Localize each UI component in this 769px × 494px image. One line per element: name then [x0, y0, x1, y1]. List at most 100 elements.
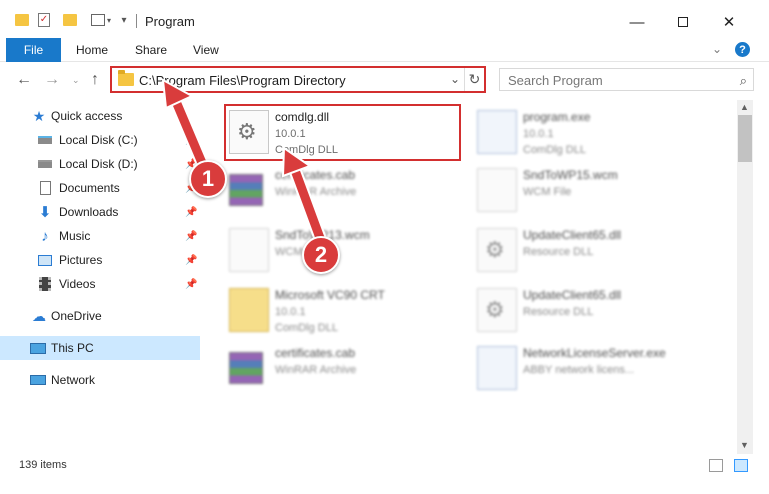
- view-menu-icon[interactable]: ▾: [90, 12, 112, 28]
- file-name: Microsoft VC90 CRT: [275, 288, 385, 302]
- sidebar-item-label: Network: [51, 373, 96, 387]
- tab-file[interactable]: File: [6, 38, 61, 62]
- download-icon: ⬇: [38, 204, 52, 221]
- file-item[interactable]: Microsoft VC90 CRT 10.0.1 ComDlg DLL: [229, 282, 469, 338]
- tab-view[interactable]: View: [193, 43, 219, 57]
- vertical-scrollbar[interactable]: ▲ ▼: [737, 100, 753, 454]
- file-name: program.exe: [523, 110, 591, 124]
- item-count: 139 items: [19, 459, 67, 471]
- file-type: WinRAR Archive: [275, 364, 357, 376]
- window-title: Program: [145, 14, 195, 29]
- refresh-icon[interactable]: ↻: [464, 68, 484, 91]
- maximize-icon: [678, 17, 688, 27]
- file-name: UpdateClient65.dll: [523, 228, 622, 242]
- help-icon[interactable]: ?: [735, 42, 750, 57]
- close-button[interactable]: ✕: [706, 8, 752, 36]
- navigation-bar: ← → ⌄ ↑ C:\Program Files\Program Directo…: [0, 62, 769, 96]
- documents-icon: [37, 180, 53, 196]
- dll-icon: [477, 228, 517, 272]
- large-icons-view-icon[interactable]: [734, 459, 748, 472]
- properties-icon[interactable]: ✓: [36, 12, 52, 28]
- file-item[interactable]: program.exe 10.0.1 ComDlg DLL: [477, 104, 717, 160]
- up-arrow-icon[interactable]: ↑: [91, 71, 99, 89]
- document-icon: [229, 228, 269, 272]
- file-description: ComDlg DLL: [523, 144, 586, 156]
- folder-icon[interactable]: [14, 12, 30, 28]
- file-item[interactable]: UpdateClient65.dll Resource DLL: [477, 222, 717, 278]
- pin-icon[interactable]: 📌: [185, 279, 197, 290]
- file-item[interactable]: SndToWP13.wcm WCM File: [229, 222, 469, 278]
- sidebar-item-downloads[interactable]: ⬇ Downloads 📌: [0, 200, 200, 224]
- file-item[interactable]: NetworkLicenseServer.exe ABBY network li…: [477, 340, 717, 396]
- sidebar-item-pictures[interactable]: Pictures 📌: [0, 248, 200, 272]
- details-view-icon[interactable]: [709, 459, 723, 472]
- exe-icon: [477, 346, 517, 390]
- sidebar-item-network[interactable]: Network: [0, 368, 200, 392]
- file-item[interactable]: certificates.cab WinRAR Archive: [229, 340, 469, 396]
- file-type: ABBY network licens...: [523, 364, 635, 376]
- sidebar-item-label: Music: [59, 229, 91, 243]
- step-2-badge: 2: [302, 236, 340, 274]
- network-icon: [30, 372, 46, 388]
- file-item[interactable]: SndToWP15.wcm WCM File: [477, 162, 717, 218]
- sidebar-item-this-pc[interactable]: This PC: [0, 336, 200, 360]
- expand-ribbon-icon[interactable]: ⌄: [712, 42, 722, 56]
- search-icon[interactable]: ⌕: [740, 73, 747, 89]
- file-version: 10.0.1: [275, 306, 306, 318]
- document-icon: [477, 168, 517, 212]
- sidebar-item-music[interactable]: ♪ Music 📌: [0, 224, 200, 248]
- title-bar: ✓ ▾ ▾ Program — ✕: [0, 0, 769, 38]
- sidebar-item-documents[interactable]: Documents 📌: [0, 176, 200, 200]
- address-dropdown-icon[interactable]: ⌄: [450, 72, 460, 86]
- file-name: SndToWP15.wcm: [523, 168, 618, 182]
- pictures-icon: [37, 252, 53, 268]
- sidebar-item-label: Videos: [59, 277, 96, 291]
- step-1-badge: 1: [189, 160, 227, 198]
- zip-icon: [229, 288, 269, 332]
- file-name: certificates.cab: [275, 168, 356, 182]
- scroll-up-icon[interactable]: ▲: [740, 102, 749, 112]
- file-item[interactable]: UpdateClient65.dll Resource DLL: [477, 282, 717, 338]
- pin-icon[interactable]: 📌: [185, 207, 197, 218]
- drive-icon: [37, 156, 53, 172]
- sidebar-item-quick-access[interactable]: ★ Quick access: [0, 104, 200, 128]
- folder-icon: [118, 70, 134, 86]
- status-bar: 139 items: [0, 455, 769, 477]
- archive-icon: [229, 174, 263, 206]
- back-arrow-icon[interactable]: ←: [16, 71, 32, 89]
- tab-share[interactable]: Share: [135, 43, 167, 57]
- maximize-button[interactable]: [660, 8, 706, 36]
- recent-locations-icon[interactable]: ⌄: [72, 75, 80, 86]
- sidebar-item-onedrive[interactable]: ☁ OneDrive: [0, 304, 200, 328]
- file-type: Resource DLL: [523, 306, 594, 318]
- scrollbar-thumb[interactable]: [738, 115, 752, 162]
- tab-home[interactable]: Home: [76, 43, 108, 57]
- file-item[interactable]: certificates.cab WinRAR Archive: [229, 162, 469, 218]
- navigation-pane: ★ Quick access Local Disk (C:) 📌 Local D…: [0, 100, 205, 454]
- pin-icon[interactable]: 📌: [185, 255, 197, 266]
- sidebar-item-local-disk-d[interactable]: Local Disk (D:) 📌: [0, 152, 200, 176]
- search-input[interactable]: Search Program ⌕: [499, 68, 754, 91]
- minimize-button[interactable]: —: [614, 8, 660, 36]
- sidebar-item-label: Local Disk (D:): [59, 157, 138, 171]
- sidebar-item-videos[interactable]: Videos 📌: [0, 272, 200, 296]
- music-icon: ♪: [41, 227, 49, 245]
- sidebar-item-local-disk-c[interactable]: Local Disk (C:) 📌: [0, 128, 200, 152]
- sidebar-item-label: Pictures: [59, 253, 103, 267]
- file-description: ComDlg DLL: [275, 322, 338, 334]
- pin-icon[interactable]: 📌: [185, 135, 197, 146]
- forward-arrow-icon[interactable]: →: [44, 71, 60, 89]
- new-folder-icon[interactable]: [62, 12, 78, 28]
- address-bar[interactable]: C:\Program Files\Program Directory ⌄ ↻: [110, 66, 486, 93]
- pin-icon[interactable]: 📌: [185, 231, 197, 242]
- computer-icon: [30, 340, 46, 356]
- ribbon: File Home Share View ⌄ ?: [0, 38, 769, 62]
- sidebar-item-label: This PC: [51, 341, 94, 355]
- search-placeholder: Search Program: [508, 73, 603, 88]
- sidebar-item-label: Downloads: [59, 205, 119, 219]
- scroll-down-icon[interactable]: ▼: [740, 440, 749, 450]
- sidebar-item-label: Local Disk (C:): [59, 133, 138, 147]
- customize-toolbar-icon[interactable]: ▾: [118, 12, 130, 28]
- file-type: WinRAR Archive: [275, 186, 357, 198]
- address-path[interactable]: C:\Program Files\Program Directory: [139, 73, 346, 88]
